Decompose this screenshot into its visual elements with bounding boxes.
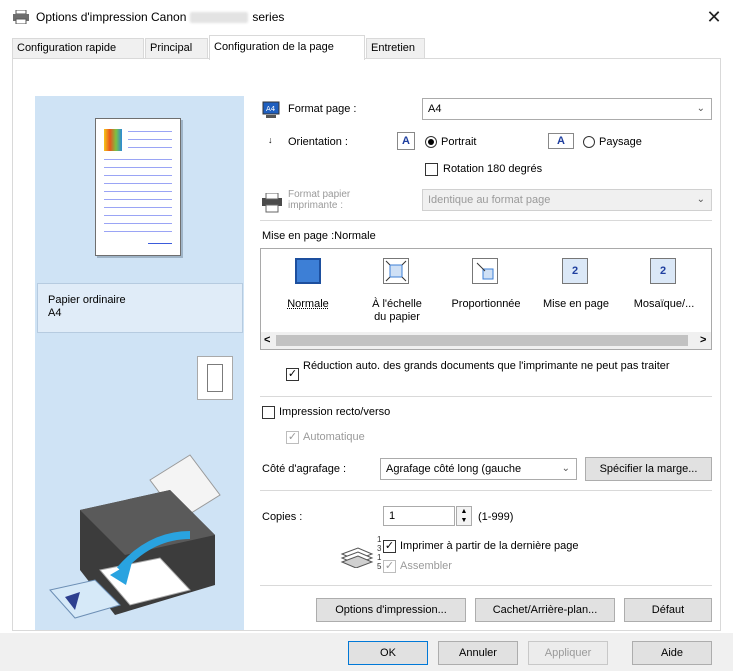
collate-label: Assembler (400, 560, 452, 572)
portrait-icon: A (397, 132, 415, 150)
apply-button[interactable]: Appliquer (528, 641, 608, 665)
color-image-icon (104, 129, 122, 151)
copies-value: 1 (389, 510, 396, 522)
rotate-180-label: Rotation 180 degrés (443, 163, 543, 175)
printer-paper-icon (261, 192, 283, 213)
layout-poster-icon[interactable]: 2 (650, 258, 676, 284)
layout-proportional-label[interactable]: Proportionnée (444, 298, 528, 311)
printer-paper-value: Identique au format page (428, 194, 551, 206)
svg-text:A4: A4 (266, 105, 276, 113)
tab-principal[interactable]: Principal (145, 38, 208, 59)
window-title-suffix: series (252, 10, 285, 24)
tab-configuration-rapide[interactable]: Configuration rapide (12, 38, 144, 59)
specify-margin-button[interactable]: Spécifier la marge... (585, 457, 712, 481)
collate-checkbox[interactable]: ✓ (383, 560, 396, 573)
layout-page-layout-label[interactable]: Mise en page (536, 298, 616, 311)
auto-reduce-label: Réduction auto. des grands documents que… (303, 360, 670, 372)
auto-reduce-checkbox[interactable]: ✓ (286, 368, 299, 381)
help-button[interactable]: Aide (632, 641, 712, 665)
stapling-select[interactable]: Agrafage côté long (gauche ⌄ (380, 458, 577, 480)
printer-paper-label: Format papier imprimante : (288, 189, 351, 211)
page-preview-thumbnail (95, 118, 181, 256)
tab-label: Configuration de la page (214, 41, 334, 53)
copies-stepper[interactable]: ▲ ▼ (456, 506, 472, 526)
page-icon (207, 364, 223, 392)
layout-heading: Mise en page :Normale (262, 230, 376, 242)
tab-label: Principal (150, 42, 193, 54)
close-icon[interactable]: ✕ (701, 4, 727, 30)
layout-proportional-icon[interactable] (472, 258, 498, 284)
landscape-label: Paysage (599, 136, 642, 148)
stamp-background-button[interactable]: Cachet/Arrière-plan... (475, 598, 615, 622)
layout-fit-page-label[interactable]: À l'échelle du papier (366, 298, 428, 324)
layout-normal-icon[interactable] (295, 258, 321, 284)
orientation-preview-button[interactable] (197, 356, 233, 400)
tab-configuration-page[interactable]: Configuration de la page (209, 35, 365, 60)
paper-type-text: Papier ordinaire (48, 294, 126, 306)
last-page-first-checkbox[interactable]: ✓ (383, 540, 396, 553)
copies-input[interactable]: 1 (383, 506, 455, 526)
window-title: Options d'impression Canon series (36, 10, 284, 24)
stapling-label: Côté d'agrafage : (262, 463, 347, 475)
printer-paper-select[interactable]: Identique au format page ⌄ (422, 189, 712, 211)
layout-fit-page-icon[interactable] (383, 258, 409, 284)
paper-size-text: A4 (48, 307, 62, 319)
separator (260, 220, 712, 221)
separator (260, 490, 712, 491)
separator (260, 585, 712, 586)
chevron-down-icon: ⌄ (561, 463, 570, 474)
cancel-button[interactable]: Annuler (438, 641, 518, 665)
tab-entretien[interactable]: Entretien (366, 38, 425, 59)
page-format-select[interactable]: A4 ⌄ (422, 98, 712, 120)
automatic-checkbox[interactable]: ✓ (286, 431, 299, 444)
scroll-right-arrow[interactable]: > (700, 334, 706, 346)
automatic-label: Automatique (303, 431, 365, 443)
window-title-prefix: Options d'impression Canon (36, 10, 187, 24)
default-button[interactable]: Défaut (624, 598, 712, 622)
separator (260, 396, 712, 397)
landscape-radio[interactable] (583, 136, 595, 148)
landscape-icon: A (548, 133, 574, 149)
last-page-first-label: Imprimer à partir de la dernière page (400, 540, 579, 552)
scroll-left-arrow[interactable]: < (264, 334, 270, 346)
page-format-icon: A4 (262, 101, 280, 119)
rotate-180-checkbox[interactable] (425, 163, 438, 176)
page-format-label: Format page : (288, 103, 357, 115)
copies-range: (1-999) (478, 511, 514, 523)
ok-button[interactable]: OK (348, 641, 428, 665)
print-options-button[interactable]: Options d'impression... (316, 598, 466, 622)
copies-label: Copies : (262, 511, 303, 523)
chevron-down-icon: ⌄ (696, 103, 705, 114)
printer-illustration (40, 440, 240, 625)
chevron-down-icon: ⌄ (696, 194, 705, 205)
printer-icon (12, 9, 30, 25)
layout-poster-label[interactable]: Mosaïque/... (624, 298, 704, 311)
portrait-radio[interactable] (425, 136, 437, 148)
page-format-value: A4 (428, 103, 442, 115)
scroll-thumb[interactable] (276, 335, 688, 346)
duplex-checkbox[interactable] (262, 406, 275, 419)
orientation-bullet-icon: ↓ (268, 135, 273, 145)
orientation-label: Orientation : (288, 136, 348, 148)
tab-label: Entretien (371, 42, 416, 54)
stapling-value: Agrafage côté long (gauche (386, 463, 522, 475)
layout-page-layout-icon[interactable]: 2 (562, 258, 588, 284)
redacted-model-name (190, 12, 249, 24)
paper-info-box: Papier ordinaire A4 (37, 283, 243, 333)
stacked-pages-icon (340, 538, 374, 569)
portrait-label: Portrait (441, 136, 477, 148)
duplex-label: Impression recto/verso (279, 406, 391, 418)
tab-label: Configuration rapide (17, 42, 117, 54)
layout-normal-label[interactable]: Normale (280, 298, 336, 311)
